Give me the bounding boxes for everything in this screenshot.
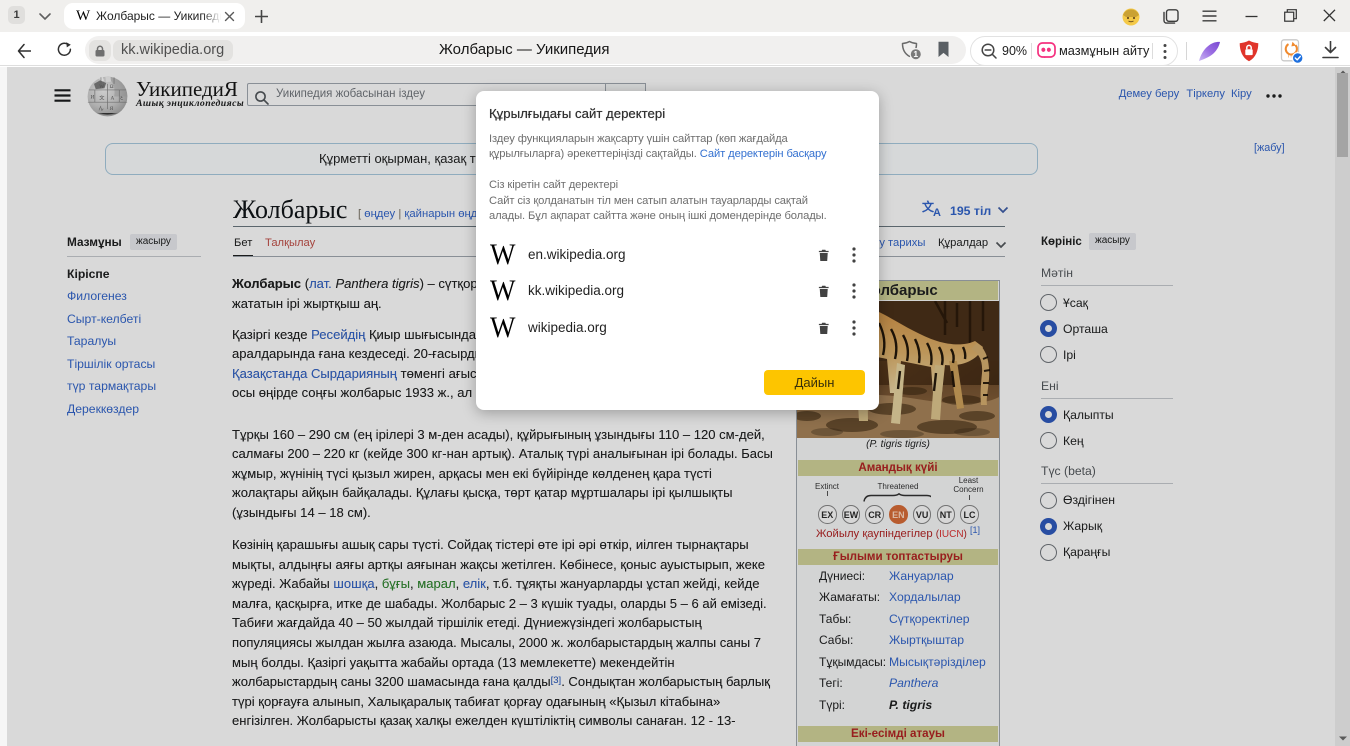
svg-text:1: 1: [913, 49, 918, 59]
